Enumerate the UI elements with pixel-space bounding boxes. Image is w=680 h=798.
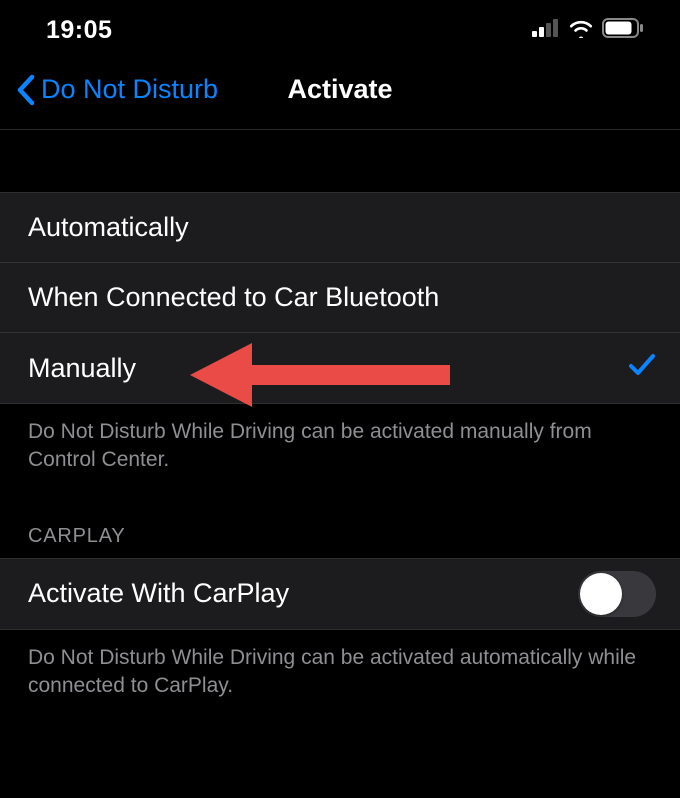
status-bar: 19:05 xyxy=(0,0,680,60)
carplay-toggle-label: Activate With CarPlay xyxy=(28,578,578,609)
back-label: Do Not Disturb xyxy=(41,74,218,105)
activation-options-group: Automatically When Connected to Car Blue… xyxy=(0,192,680,404)
carplay-section-header: CARPLAY xyxy=(0,485,680,558)
option-car-bluetooth[interactable]: When Connected to Car Bluetooth xyxy=(0,263,680,333)
status-indicators xyxy=(532,18,644,43)
chevron-left-icon xyxy=(16,74,35,106)
cellular-signal-icon xyxy=(532,19,560,42)
option-automatically[interactable]: Automatically xyxy=(0,193,680,263)
toggle-switch[interactable] xyxy=(578,571,656,617)
battery-icon xyxy=(602,18,644,43)
back-button[interactable]: Do Not Disturb xyxy=(16,74,218,106)
options-footer: Do Not Disturb While Driving can be acti… xyxy=(0,404,680,485)
spacer xyxy=(0,130,680,192)
option-label: Manually xyxy=(28,353,628,384)
checkmark-icon xyxy=(628,352,656,385)
page-title: Activate xyxy=(287,74,392,105)
carplay-group: Activate With CarPlay xyxy=(0,558,680,630)
carplay-footer: Do Not Disturb While Driving can be acti… xyxy=(0,630,680,711)
option-label: Automatically xyxy=(28,212,656,243)
option-label: When Connected to Car Bluetooth xyxy=(28,282,656,313)
status-time: 19:05 xyxy=(46,16,112,45)
option-manually[interactable]: Manually xyxy=(0,333,680,403)
wifi-icon xyxy=(568,18,594,43)
nav-bar: Do Not Disturb Activate xyxy=(0,60,680,130)
carplay-toggle-row[interactable]: Activate With CarPlay xyxy=(0,559,680,629)
toggle-knob xyxy=(580,573,622,615)
